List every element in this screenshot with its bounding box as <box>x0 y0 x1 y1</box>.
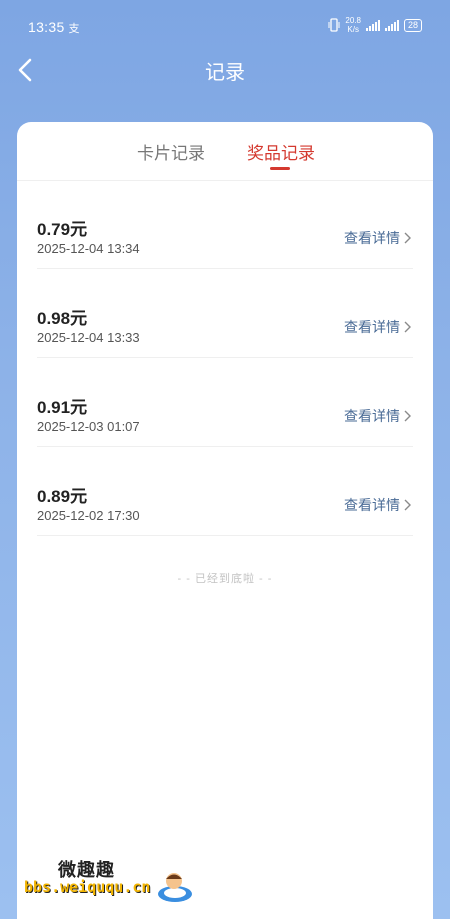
list-item: 0.91元 2025-12-03 01:07 查看详情 <box>37 358 413 447</box>
mascot-icon <box>158 873 192 902</box>
view-detail-label: 查看详情 <box>344 408 400 424</box>
view-detail-label: 查看详情 <box>344 230 400 246</box>
status-bar: 13:35 支 20.8 K/s 28 <box>0 0 450 52</box>
record-list: 0.79元 2025-12-04 13:34 查看详情 0.98元 2025-1… <box>17 180 433 536</box>
record-amount: 0.98元 <box>37 309 88 328</box>
status-icons: 20.8 K/s 28 <box>328 16 422 34</box>
list-item: 0.89元 2025-12-02 17:30 查看详情 <box>37 447 413 536</box>
network-speed: 20.8 K/s <box>345 16 361 34</box>
chevron-right-icon <box>404 321 411 333</box>
signal-4g-icon <box>384 19 399 31</box>
clock-text: 13:35 <box>28 19 65 35</box>
chevron-right-icon <box>404 499 411 511</box>
chevron-right-icon <box>404 410 411 422</box>
nav-header: 记录 <box>0 52 450 88</box>
record-date: 2025-12-04 13:33 <box>37 330 140 345</box>
signal-5g-icon <box>365 19 380 31</box>
battery-icon: 28 <box>403 18 422 32</box>
record-date: 2025-12-02 17:30 <box>37 508 140 523</box>
view-detail-link[interactable]: 查看详情 <box>344 495 411 515</box>
chevron-right-icon <box>404 232 411 244</box>
view-detail-label: 查看详情 <box>344 319 400 335</box>
view-detail-link[interactable]: 查看详情 <box>344 228 411 248</box>
record-amount: 0.91元 <box>37 398 88 417</box>
view-detail-link[interactable]: 查看详情 <box>344 406 411 426</box>
status-time: 13:35 支 <box>28 19 80 36</box>
vibrate-icon <box>328 18 340 32</box>
record-amount: 0.79元 <box>37 220 88 239</box>
record-amount: 0.89元 <box>37 487 88 506</box>
view-detail-label: 查看详情 <box>344 497 400 513</box>
record-date: 2025-12-04 13:34 <box>37 241 140 256</box>
end-of-list-note: - - 已经到底啦 - - <box>177 573 273 585</box>
notification-icon: 支 <box>68 23 80 35</box>
view-detail-link[interactable]: 查看详情 <box>344 317 411 337</box>
list-item: 0.98元 2025-12-04 13:33 查看详情 <box>37 269 413 358</box>
list-item: 0.79元 2025-12-04 13:34 查看详情 <box>37 180 413 269</box>
page-title: 记录 <box>205 62 245 84</box>
tab-card-records[interactable]: 卡片记录 <box>137 139 205 164</box>
records-card: 卡片记录 奖品记录 0.79元 2025-12-04 13:34 查看详情 0.… <box>17 122 433 919</box>
watermark: 微趣趣 bbs.weiququ.cn <box>0 848 210 908</box>
tab-prize-records[interactable]: 奖品记录 <box>247 139 315 164</box>
tab-bar: 卡片记录 奖品记录 <box>17 122 433 181</box>
watermark-url: bbs.weiququ.cn <box>24 878 151 896</box>
active-tab-indicator <box>270 167 290 170</box>
record-date: 2025-12-03 01:07 <box>37 419 140 434</box>
